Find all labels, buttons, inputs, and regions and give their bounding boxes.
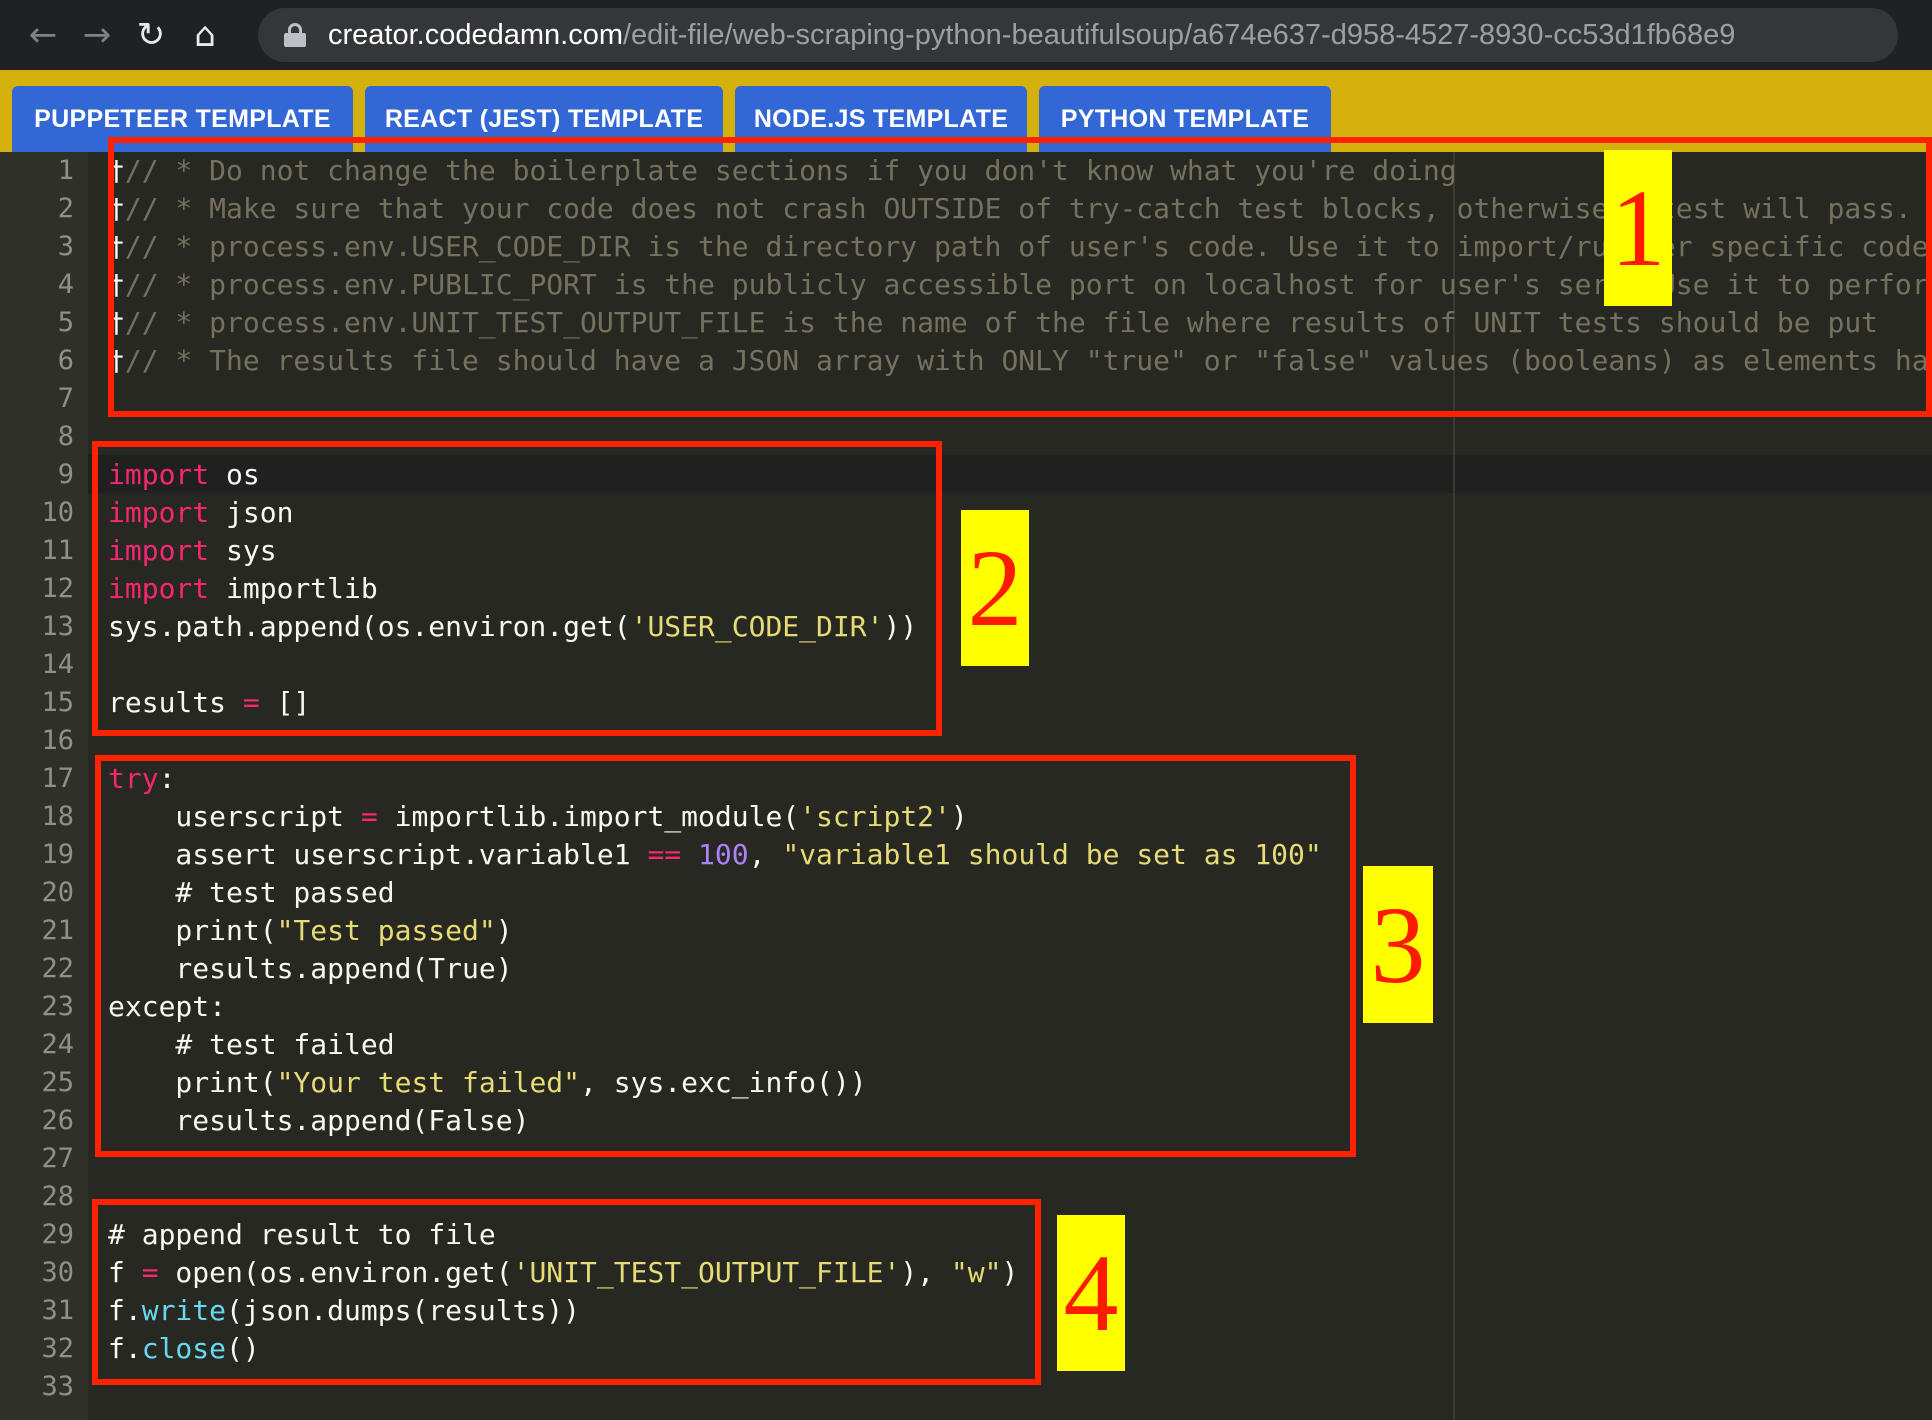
line-number: 18 xyxy=(41,801,74,832)
lock-icon[interactable] xyxy=(284,23,306,47)
line-number: 23 xyxy=(41,991,74,1022)
annotation-label-1: 1 xyxy=(1604,150,1672,306)
url-path: /edit-file/web-scraping-python-beautiful… xyxy=(622,18,1736,51)
forward-arrow-icon[interactable]: → xyxy=(70,8,124,62)
line-number: 16 xyxy=(41,725,74,756)
line-number: 11 xyxy=(41,535,74,566)
line-number: 9 xyxy=(57,459,74,490)
annotation-box-3 xyxy=(95,755,1356,1157)
line-number: 25 xyxy=(41,1067,74,1098)
line-number: 33 xyxy=(41,1371,74,1402)
line-number: 4 xyxy=(57,269,74,300)
line-number: 7 xyxy=(57,383,74,414)
annotation-label-2: 2 xyxy=(961,510,1029,666)
line-number: 3 xyxy=(57,231,74,262)
line-number: 24 xyxy=(41,1029,74,1060)
annotation-label-4: 4 xyxy=(1057,1215,1125,1371)
line-number: 30 xyxy=(41,1257,74,1288)
line-number: 22 xyxy=(41,953,74,984)
line-number: 6 xyxy=(57,345,74,376)
home-icon[interactable]: ⌂ xyxy=(178,8,232,62)
line-number: 2 xyxy=(57,193,74,224)
browser-toolbar: ← → ↻ ⌂ creator.codedamn.com/edit-file/w… xyxy=(0,0,1932,70)
line-number: 26 xyxy=(41,1105,74,1136)
line-number: 21 xyxy=(41,915,74,946)
url-host: creator.codedamn.com xyxy=(328,18,623,51)
address-bar[interactable]: creator.codedamn.com/edit-file/web-scrap… xyxy=(258,8,1898,62)
line-number-gutter: 1 2 3 4 5 6 7 8 9 10 11 12 13 14 15 16 17 18 19 20 21 22 23 24 2… xyxy=(0,152,88,1420)
line-number: 1 xyxy=(57,155,74,186)
line-number: 15 xyxy=(41,687,74,718)
line-number: 13 xyxy=(41,611,74,642)
back-arrow-icon[interactable]: ← xyxy=(16,8,70,62)
line-number: 31 xyxy=(41,1295,74,1326)
annotation-label-3: 3 xyxy=(1363,866,1433,1023)
line-number: 19 xyxy=(41,839,74,870)
line-number: 12 xyxy=(41,573,74,604)
line-number: 14 xyxy=(41,649,74,680)
annotation-box-2 xyxy=(92,441,942,736)
line-number: 20 xyxy=(41,877,74,908)
line-number: 27 xyxy=(41,1143,74,1174)
annotation-box-4 xyxy=(92,1199,1041,1385)
line-number: 5 xyxy=(57,307,74,338)
line-number: 32 xyxy=(41,1333,74,1364)
reload-icon[interactable]: ↻ xyxy=(124,8,178,62)
line-number: 28 xyxy=(41,1181,74,1212)
line-number: 29 xyxy=(41,1219,74,1250)
line-number: 17 xyxy=(41,763,74,794)
line-number: 10 xyxy=(41,497,74,528)
line-number: 8 xyxy=(57,421,74,452)
